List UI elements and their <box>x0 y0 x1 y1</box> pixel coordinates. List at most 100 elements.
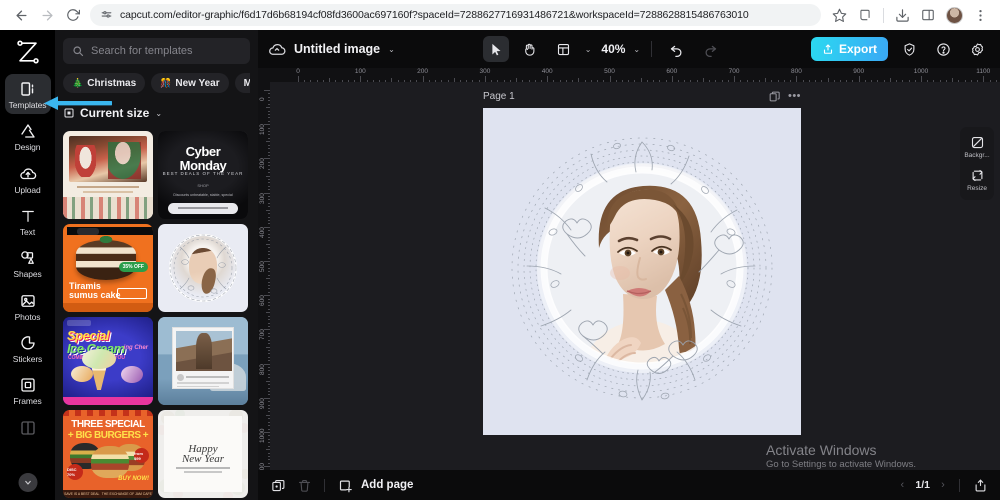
template-headline-1: THREE SPECIAL <box>71 419 145 430</box>
side-panel-icon[interactable] <box>853 3 877 27</box>
horizontal-ruler[interactable]: 0 100 200 300 400 500 600 700 800 900 1000 1100 <box>270 68 1000 82</box>
template-card-big-burgers[interactable]: THREE SPECIAL + BIG BURGERS + from $99 D… <box>63 410 153 498</box>
chevron-down-icon: ⌄ <box>155 108 163 118</box>
star-icon[interactable] <box>827 3 851 27</box>
split-view-icon[interactable] <box>916 3 940 27</box>
confetti-icon: 🎊 <box>160 77 172 88</box>
template-discount-badge: 35% OFF <box>118 262 148 272</box>
ruler-tick-label: 300 <box>479 68 491 75</box>
sidebar-item-design[interactable]: Design <box>5 116 51 156</box>
chevron-down-icon[interactable]: ⌄ <box>388 45 395 54</box>
sidebar-item-photos[interactable]: Photos <box>5 286 51 326</box>
sidebar-item-shapes[interactable]: Shapes <box>5 243 51 283</box>
chevron-down-icon[interactable] <box>18 473 37 492</box>
present-upload-icon[interactable] <box>970 475 990 495</box>
sidebar-item-text[interactable]: Text <box>5 201 51 241</box>
next-page-button[interactable]: › <box>937 479 949 491</box>
templates-icon <box>18 79 38 99</box>
template-subhead: BEST DEALS OF THE YEAR <box>162 171 244 176</box>
cloud-save-icon[interactable] <box>268 40 286 58</box>
chip-christmas[interactable]: 🎄 Christmas <box>63 73 146 93</box>
settings-gear-icon[interactable] <box>964 36 990 62</box>
back-arrow-icon[interactable] <box>8 2 34 28</box>
download-icon[interactable] <box>890 3 914 27</box>
resize-button[interactable]: Resize <box>961 165 993 195</box>
page-counter: 1/1 <box>915 479 930 491</box>
chip-new-year[interactable]: 🎊 New Year <box>151 73 229 93</box>
url-text: capcut.com/editor-graphic/f6d17d6b68194c… <box>120 9 749 21</box>
ruler-tick-label: 500 <box>604 68 615 75</box>
three-dot-menu-icon[interactable] <box>968 3 992 27</box>
sidebar-item-upload[interactable]: Upload <box>5 159 51 199</box>
template-text-line <box>176 467 230 469</box>
layout-tool[interactable] <box>551 36 577 62</box>
reload-icon[interactable] <box>60 2 86 28</box>
template-card-cyber-monday[interactable]: Cyber Monday BEST DEALS OF THE YEAR SHOP… <box>158 131 248 219</box>
design-page[interactable] <box>483 108 801 435</box>
undo-arrow-icon[interactable] <box>663 36 689 62</box>
search-input[interactable]: Search for templates <box>63 38 250 64</box>
trash-delete-icon[interactable] <box>294 475 314 495</box>
template-button <box>168 203 238 214</box>
template-logo <box>77 227 99 235</box>
sidebar-item-label: Photos <box>14 311 41 322</box>
profile-avatar-icon[interactable] <box>942 3 966 27</box>
zoom-chevron-down-icon[interactable]: ⌄ <box>633 45 640 54</box>
sidebar-item-more-hidden[interactable] <box>5 413 51 442</box>
page-navigator: ‹ 1/1 › <box>896 479 949 491</box>
christmas-tree-icon: 🎄 <box>72 77 84 88</box>
background-button[interactable]: Backgr... <box>961 132 993 162</box>
template-card-wreath-portrait[interactable] <box>158 224 248 312</box>
more-options-icon[interactable]: ••• <box>788 90 801 103</box>
template-headline-3: ing Cher <box>123 345 148 351</box>
select-tool[interactable] <box>482 36 509 62</box>
template-photo <box>69 136 147 182</box>
forward-arrow-icon[interactable] <box>34 2 60 28</box>
sidebar-item-label: Shapes <box>13 269 42 280</box>
chip-mockup-truncated[interactable]: Moc <box>234 73 250 93</box>
export-button[interactable]: Export <box>810 37 888 61</box>
hand-tool[interactable] <box>517 36 543 62</box>
add-page-button[interactable]: Add page <box>335 475 413 495</box>
resize-label: Resize <box>967 185 987 192</box>
redo-arrow-icon[interactable] <box>697 36 723 62</box>
design-icon <box>18 121 38 141</box>
bottom-bar: Add page ‹ 1/1 › <box>258 470 1000 500</box>
address-bar[interactable]: capcut.com/editor-graphic/f6d17d6b68194c… <box>90 4 821 26</box>
duplicate-page-icon[interactable] <box>768 90 781 103</box>
ruler-tick-label: 200 <box>417 68 429 75</box>
template-footer-pattern <box>63 197 153 219</box>
template-card-tiramisu-cake[interactable]: 35% OFF Tiramis sumus cake <box>63 224 153 312</box>
resize-icon <box>970 168 985 183</box>
prev-page-button[interactable]: ‹ <box>896 479 908 491</box>
sidebar-item-frames[interactable]: Frames <box>5 370 51 410</box>
template-text-line <box>184 471 222 473</box>
ruler-tick-label: 700 <box>728 68 740 75</box>
ruler-tick-label: 800 <box>259 363 266 375</box>
template-card-travel-monument[interactable] <box>158 317 248 405</box>
sidebar-item-stickers[interactable]: Stickers <box>5 328 51 368</box>
document-title[interactable]: Untitled image <box>294 42 380 56</box>
site-settings-icon[interactable] <box>100 9 113 22</box>
template-card-happy-new-year[interactable]: Happy New Year <box>158 410 248 498</box>
page-label[interactable]: Page 1 <box>483 91 515 102</box>
duplicate-icon[interactable] <box>268 475 288 495</box>
template-card-christmas-photo-card[interactable] <box>63 131 153 219</box>
ruler-tick-label: 600 <box>666 68 678 75</box>
layout-chevron-down-icon[interactable]: ⌄ <box>585 45 592 54</box>
shield-check-icon[interactable] <box>896 36 922 62</box>
search-icon <box>72 45 84 57</box>
capcut-logo-icon[interactable] <box>13 38 43 66</box>
help-question-icon[interactable] <box>930 36 956 62</box>
template-price-badge-1: from $99 <box>134 448 149 463</box>
template-card-special-ice-cream[interactable]: Special Ice Cream ing Cher COMING SOON T… <box>63 317 153 405</box>
vertical-ruler[interactable]: 010020030040050060070080090010001100 <box>258 82 270 500</box>
template-topbar <box>67 227 153 235</box>
ruler-tick-label: 200 <box>259 158 266 170</box>
sidebar-item-label: Stickers <box>12 354 43 365</box>
bottom-divider <box>324 478 325 492</box>
canvas-area[interactable]: Page 1 ••• Backgr... Resize Activate Win… <box>270 82 1000 500</box>
zoom-level[interactable]: 40% <box>601 42 625 56</box>
ruler-corner <box>258 68 270 82</box>
template-footer-2: THE EXCHANGE OF JAM CAFE <box>101 492 152 496</box>
